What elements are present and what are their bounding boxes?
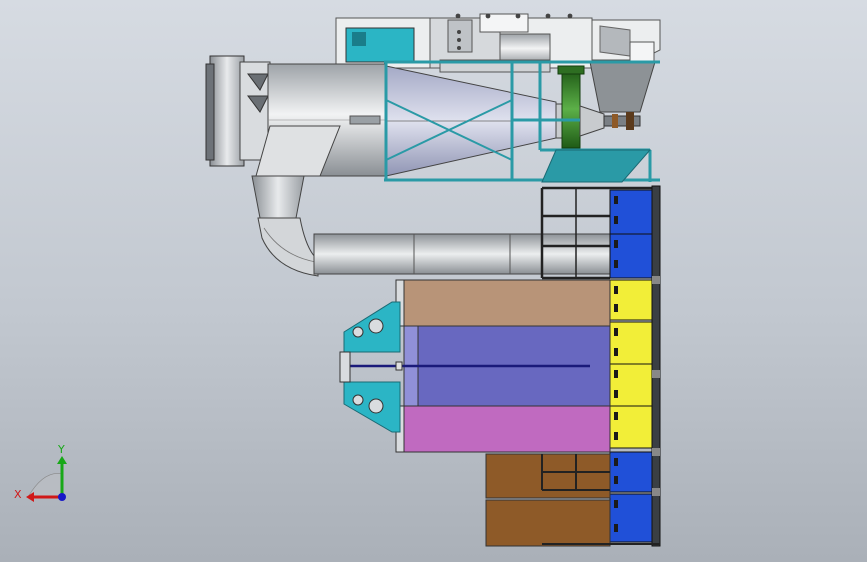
assembly-drawing[interactable]: Y X [0, 0, 867, 562]
z-axis [58, 493, 66, 501]
electrical-panels[interactable] [609, 185, 661, 547]
coordinate-triad: Y X [14, 443, 67, 502]
x-axis-label: X [14, 488, 22, 501]
cad-viewport[interactable]: Y X [0, 0, 867, 562]
y-axis-label: Y [57, 443, 65, 456]
fan-housing[interactable] [205, 55, 271, 167]
frame-gusset [541, 149, 652, 183]
